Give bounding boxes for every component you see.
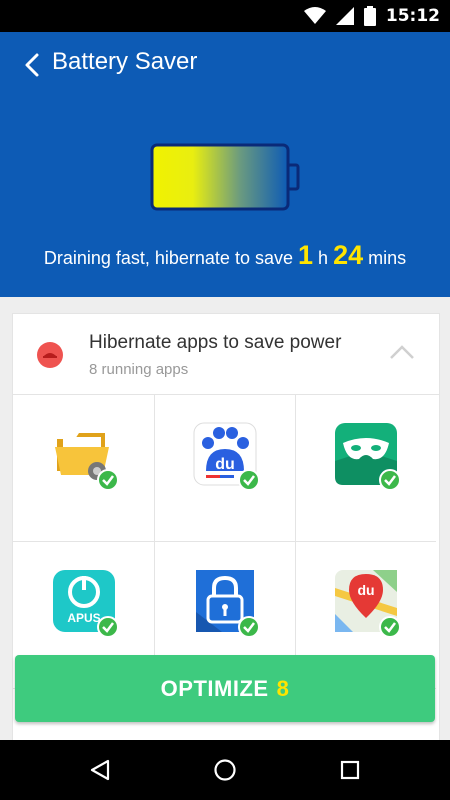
optimize-count: 8 <box>276 675 290 701</box>
check-icon <box>379 616 401 638</box>
check-icon <box>97 616 119 638</box>
minutes-unit: mins <box>368 248 407 268</box>
optimize-button[interactable]: OPTIMIZE 8 <box>15 655 435 722</box>
hibernate-card-header[interactable]: Hibernate apps to save power 8 running a… <box>13 314 439 395</box>
battery-header: Battery Saver Draining fast, hibernate t… <box>0 32 450 297</box>
chevron-up-icon[interactable] <box>389 344 415 360</box>
wifi-icon <box>303 7 326 24</box>
app-cell-3[interactable] <box>295 395 436 542</box>
page-title: Battery Saver <box>52 48 198 75</box>
optimize-label: OPTIMIZE <box>160 675 269 701</box>
running-apps-count: 8 running apps <box>89 361 189 378</box>
drain-message: Draining fast, hibernate to save 1 h 24 … <box>0 240 450 271</box>
check-icon <box>379 469 401 491</box>
status-bar: 15:12 <box>0 0 450 32</box>
arrow-left-icon[interactable] <box>20 52 46 78</box>
app-cell-1[interactable] <box>13 395 155 542</box>
du-maps-label: du <box>357 582 374 598</box>
apus-label: APUS <box>67 611 100 625</box>
drain-prefix: Draining fast, hibernate to save <box>43 248 293 268</box>
signal-icon <box>335 7 354 25</box>
hours-value: 1 <box>298 240 314 270</box>
card-title: Hibernate apps to save power <box>89 332 342 353</box>
baidu-label: du <box>215 456 235 473</box>
home-circle-icon[interactable] <box>213 758 237 782</box>
back-triangle-icon[interactable] <box>88 758 112 782</box>
system-nav-bar <box>0 740 450 800</box>
battery-status-icon <box>363 6 376 26</box>
check-icon <box>238 469 260 491</box>
battery-level-icon <box>150 143 300 211</box>
check-icon <box>238 616 260 638</box>
minutes-value: 24 <box>333 240 364 270</box>
app-cell-2[interactable]: du <box>154 395 296 542</box>
sleeping-face-icon <box>37 342 63 368</box>
check-icon <box>97 469 119 491</box>
hours-unit: h <box>318 248 329 268</box>
status-time: 15:12 <box>385 6 440 26</box>
recents-square-icon[interactable] <box>338 758 362 782</box>
